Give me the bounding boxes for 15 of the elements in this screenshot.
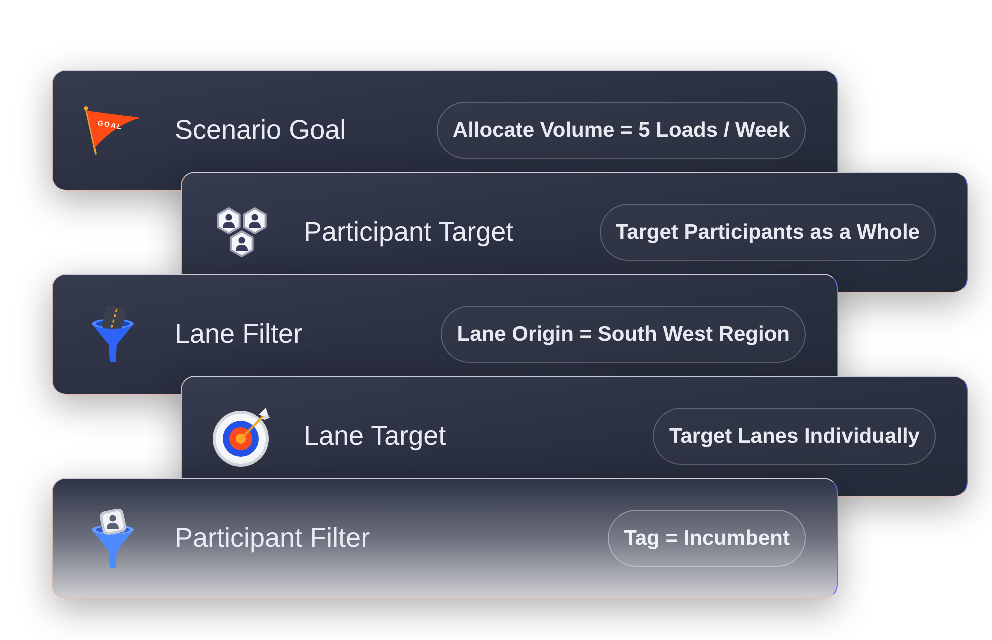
person-funnel-icon [90,508,136,568]
condition-chip: Target Lanes Individually [653,408,936,465]
card-title: Participant Filter [175,522,370,556]
pennant-flag-icon [84,106,141,154]
condition-chip: Target Participants as a Whole [600,204,936,261]
card-title: Participant Target [304,216,514,250]
condition-chip: Tag = Incumbent [608,510,806,567]
road-funnel-icon [90,306,136,364]
card-title: Lane Filter [175,318,303,352]
card-title: Lane Target [304,420,446,454]
card-title: Scenario Goal [175,114,346,148]
people-hexagons-icon [215,206,269,258]
target-arrow-icon [212,406,272,468]
condition-chip: Allocate Volume = 5 Loads / Week [436,102,806,159]
condition-chip: Lane Origin = South West Region [441,306,806,363]
